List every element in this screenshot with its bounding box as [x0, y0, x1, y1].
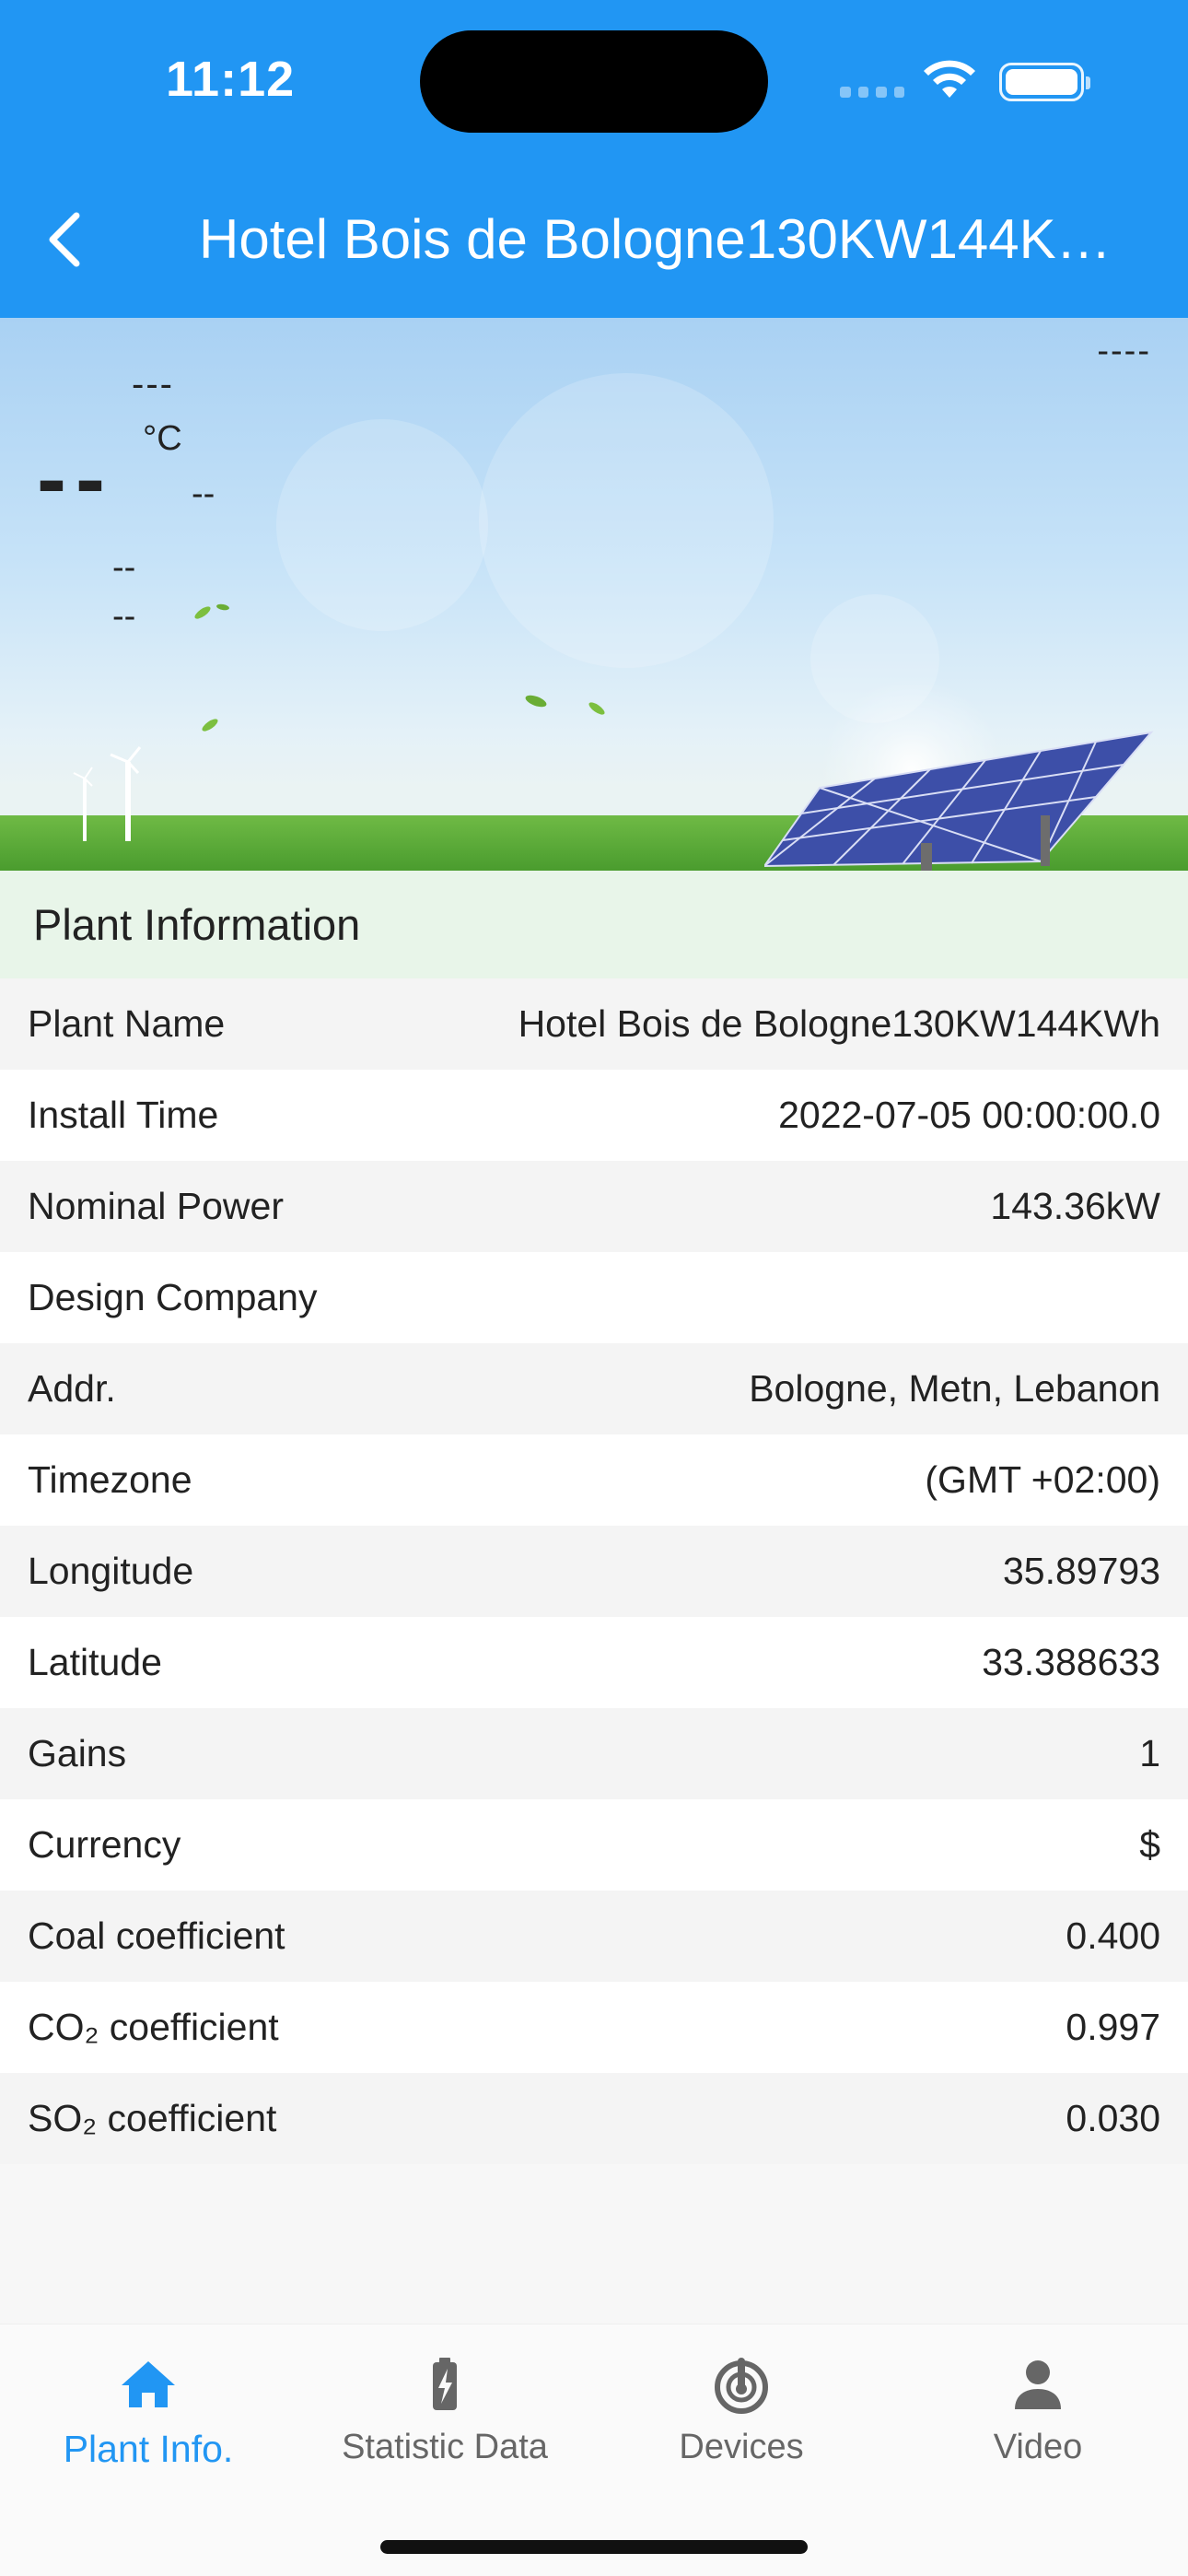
info-label: Longitude	[28, 1550, 194, 1592]
weather-detail-1: --	[112, 548, 136, 587]
info-value: (GMT +02:00)	[925, 1458, 1160, 1501]
info-label: Coal coefficient	[28, 1914, 285, 1957]
tab-label: Video	[993, 2428, 1083, 2466]
info-label: Addr.	[28, 1367, 116, 1410]
person-icon	[1015, 2360, 1061, 2409]
tab-devices[interactable]: Devices	[593, 2352, 890, 2500]
info-value: 0.997	[1066, 2006, 1160, 2048]
weather-detail-2: --	[112, 597, 136, 636]
weather-date: ----	[1097, 332, 1151, 370]
info-row-longitude: Longitude 35.89793	[0, 1526, 1188, 1617]
info-label: Install Time	[28, 1094, 219, 1136]
info-value: 0.400	[1066, 1914, 1160, 1957]
plant-information-header: Plant Information	[0, 871, 1188, 978]
wind-turbines	[73, 746, 142, 841]
info-label: SO₂ coefficient	[28, 2097, 277, 2139]
info-value: 33.388633	[982, 1641, 1160, 1683]
top-bar: 11:12 Hotel Bois de Bologne130KW144KWh	[0, 0, 1188, 318]
weather-banner: ---- --- °C -- -- -- --	[0, 318, 1188, 871]
info-row-nominal-power: Nominal Power 143.36kW	[0, 1161, 1188, 1252]
info-row-address: Addr. Bologne, Metn, Lebanon	[0, 1343, 1188, 1434]
info-label: Design Company	[28, 1276, 318, 1318]
plant-info-list: Plant Name Hotel Bois de Bologne130KW144…	[0, 978, 1188, 2164]
battery-icon	[999, 63, 1090, 101]
info-value: $	[1139, 1823, 1160, 1866]
tab-label: Plant Info.	[63, 2428, 234, 2470]
chevron-left-icon	[49, 212, 80, 267]
info-row-so2-coefficient: SO₂ coefficient 0.030	[0, 2073, 1188, 2164]
solar-panel	[764, 731, 1154, 871]
weather-temperature: --	[37, 429, 114, 528]
cellular-signal-icon	[840, 87, 904, 98]
info-label: Plant Name	[28, 1002, 226, 1045]
weather-condition: --	[192, 474, 215, 513]
status-time: 11:12	[166, 52, 296, 107]
info-row-design-company: Design Company	[0, 1252, 1188, 1343]
dynamic-island	[420, 30, 768, 133]
info-row-coal-coefficient: Coal coefficient 0.400	[0, 1891, 1188, 1982]
weather-temp-range: ---	[132, 364, 174, 404]
info-value: 35.89793	[1002, 1550, 1160, 1592]
radar-icon	[715, 2358, 768, 2414]
info-value: 143.36kW	[990, 1185, 1160, 1227]
info-label: Latitude	[28, 1641, 162, 1683]
info-row-gains: Gains 1	[0, 1708, 1188, 1799]
home-icon	[122, 2361, 175, 2407]
tab-label: Devices	[679, 2428, 804, 2466]
info-label: CO₂ coefficient	[28, 2006, 279, 2048]
page-title: Hotel Bois de Bologne130KW144KWh	[199, 208, 1129, 270]
wifi-icon	[924, 60, 975, 98]
leaves-decoration	[194, 603, 605, 732]
info-value: 0.030	[1066, 2097, 1160, 2139]
tab-video[interactable]: Video	[890, 2352, 1186, 2500]
weather-unit: °C	[143, 419, 182, 458]
info-label: Currency	[28, 1823, 181, 1866]
back-button[interactable]	[28, 198, 101, 281]
tab-plant-info[interactable]: Plant Info.	[0, 2352, 297, 2500]
info-label: Nominal Power	[28, 1185, 284, 1227]
info-row-co2-coefficient: CO₂ coefficient 0.997	[0, 1982, 1188, 2073]
info-row-timezone: Timezone (GMT +02:00)	[0, 1434, 1188, 1526]
info-label: Timezone	[28, 1458, 192, 1501]
app-screen: 11:12 Hotel Bois de Bologne130KW144KWh -…	[0, 0, 1188, 2576]
info-row-currency: Currency $	[0, 1799, 1188, 1891]
battery-bolt-icon	[433, 2358, 457, 2410]
info-label: Gains	[28, 1732, 127, 1774]
info-row-latitude: Latitude 33.388633	[0, 1617, 1188, 1708]
info-value: Bologne, Metn, Lebanon	[749, 1367, 1160, 1410]
info-value: 1	[1139, 1732, 1160, 1774]
home-indicator	[380, 2540, 808, 2554]
tab-statistic-data[interactable]: Statistic Data	[297, 2352, 593, 2500]
info-row-install-time: Install Time 2022-07-05 00:00:00.0	[0, 1070, 1188, 1161]
bottom-nav: Plant Info. Statistic Data Devices Video	[0, 2324, 1188, 2576]
info-value: Hotel Bois de Bologne130KW144KWh	[518, 1002, 1160, 1045]
tab-label: Statistic Data	[342, 2428, 548, 2466]
info-row-plant-name: Plant Name Hotel Bois de Bologne130KW144…	[0, 978, 1188, 1070]
info-value: 2022-07-05 00:00:00.0	[778, 1094, 1160, 1136]
